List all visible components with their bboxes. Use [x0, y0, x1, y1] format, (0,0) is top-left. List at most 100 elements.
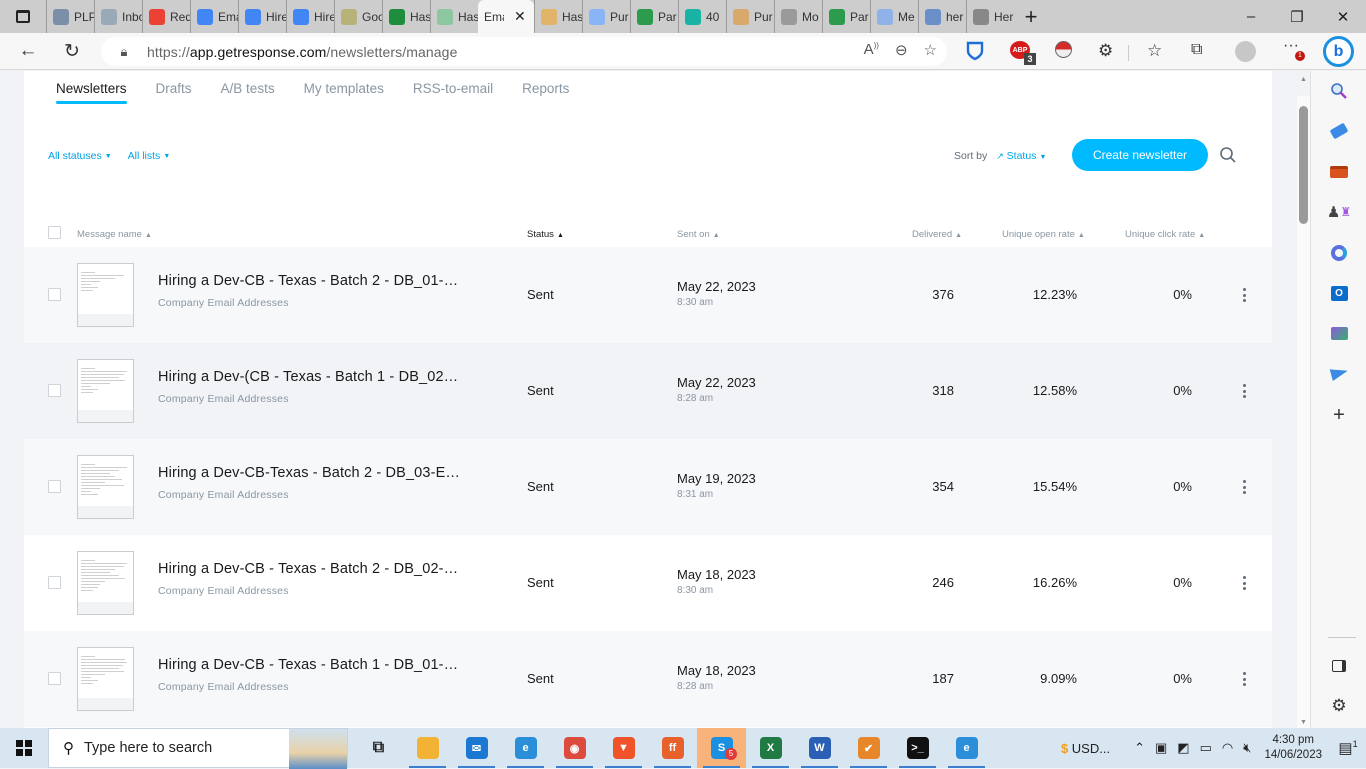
- sidebar-tools-icon[interactable]: [1329, 162, 1349, 182]
- taskbar-app-terminal[interactable]: >_: [893, 728, 942, 768]
- row-actions-menu[interactable]: [1238, 574, 1250, 592]
- newsletter-thumbnail[interactable]: [77, 455, 134, 519]
- taskbar-app-edge[interactable]: e: [501, 728, 550, 768]
- show-hidden-icons-chevron[interactable]: ⌃: [1129, 740, 1150, 756]
- sort-dropdown[interactable]: ↗ Status ▼: [996, 150, 1046, 162]
- taskbar-app-clock-app[interactable]: ✔: [844, 728, 893, 768]
- newsletter-thumbnail[interactable]: [77, 551, 134, 615]
- row-checkbox[interactable]: [48, 288, 61, 301]
- taskbar-search-box[interactable]: ⚲ Type here to search: [48, 728, 348, 769]
- add-favorite-icon[interactable]: ☆: [924, 41, 937, 59]
- newsletter-name[interactable]: Hiring a Dev-CB - Texas - Batch 2 - DB_0…: [158, 273, 488, 289]
- battery-icon[interactable]: ▭: [1195, 740, 1217, 756]
- taskbar-app-brave[interactable]: ▼: [599, 728, 648, 768]
- newsletter-thumbnail[interactable]: [77, 647, 134, 711]
- read-aloud-icon[interactable]: A)): [864, 41, 879, 59]
- sidebar-hide-icon[interactable]: [1329, 656, 1349, 676]
- newsletter-row[interactable]: Hiring a Dev-(CB - Texas - Batch 1 - DB_…: [24, 343, 1272, 439]
- column-header-sent-on[interactable]: Sent on ▲: [677, 229, 720, 240]
- taskbar-app-edge-profile[interactable]: e: [942, 728, 991, 768]
- browser-tab[interactable]: 40: [678, 0, 726, 33]
- newsletter-thumbnail[interactable]: [77, 263, 134, 327]
- column-header-delivered[interactable]: Delivered ▲: [912, 229, 962, 240]
- browser-tab[interactable]: Me: [870, 0, 918, 33]
- column-header-open-rate[interactable]: Unique open rate ▲: [1002, 229, 1085, 240]
- sidebar-office-icon[interactable]: [1329, 243, 1349, 263]
- newsletter-thumbnail[interactable]: [77, 359, 134, 423]
- restore-button[interactable]: ❐: [1274, 8, 1320, 26]
- column-header-click-rate[interactable]: Unique click rate ▲: [1125, 229, 1205, 240]
- browser-tab[interactable]: Pur: [726, 0, 774, 33]
- column-header-status[interactable]: Status ▲: [527, 229, 564, 240]
- row-actions-menu[interactable]: [1238, 478, 1250, 496]
- subnav-tab-my-templates[interactable]: My templates: [304, 81, 384, 104]
- sidebar-image-creator-icon[interactable]: [1329, 323, 1349, 343]
- new-tab-button[interactable]: +: [1014, 4, 1048, 30]
- taskbar-app-task-view[interactable]: ⧉: [354, 728, 403, 768]
- minimize-button[interactable]: –: [1228, 8, 1274, 26]
- clock[interactable]: 4:30 pm 14/06/2023: [1256, 733, 1330, 763]
- sidebar-outlook-icon[interactable]: O: [1329, 283, 1349, 303]
- scroll-up-arrow[interactable]: ▲: [1300, 76, 1307, 83]
- browser-tab[interactable]: Goo: [334, 0, 382, 33]
- column-header-name[interactable]: Message name ▲: [77, 229, 152, 240]
- search-button[interactable]: [1219, 146, 1237, 164]
- bitwarden-extension-icon[interactable]: [966, 41, 984, 61]
- browser-tab[interactable]: her: [918, 0, 966, 33]
- sidebar-settings-icon[interactable]: ⚙: [1329, 696, 1349, 716]
- taskbar-app-file-explorer[interactable]: [403, 728, 452, 768]
- newsletter-row[interactable]: Hiring a Dev-CB - Texas - Batch 2 - DB_0…: [24, 247, 1272, 343]
- subnav-tab-a-b-tests[interactable]: A/B tests: [221, 81, 275, 104]
- subnav-tab-reports[interactable]: Reports: [522, 81, 569, 104]
- row-checkbox[interactable]: [48, 480, 61, 493]
- adblock-extension-icon[interactable]: ABP 3: [1010, 41, 1036, 65]
- subnav-tab-drafts[interactable]: Drafts: [156, 81, 192, 104]
- app-tray-icon[interactable]: ◩: [1172, 740, 1194, 756]
- list-filter-dropdown[interactable]: All lists ▼: [128, 150, 171, 162]
- close-tab-icon[interactable]: ✕: [514, 8, 526, 25]
- favorites-icon[interactable]: ☆: [1147, 41, 1162, 61]
- sidebar-shopping-icon[interactable]: [1329, 121, 1349, 141]
- pokeball-extension-icon[interactable]: [1055, 41, 1072, 58]
- wifi-icon[interactable]: ◠: [1217, 740, 1238, 756]
- browser-tab[interactable]: Hire: [286, 0, 334, 33]
- meet-now-icon[interactable]: ▣: [1150, 740, 1172, 756]
- close-window-button[interactable]: ✕: [1320, 8, 1366, 26]
- zoom-out-icon[interactable]: ⊖: [895, 41, 908, 59]
- browser-tab[interactable]: PLP: [46, 0, 94, 33]
- row-checkbox[interactable]: [48, 384, 61, 397]
- extensions-puzzle-icon[interactable]: ⚙︎: [1098, 41, 1113, 61]
- browser-tab[interactable]: Her: [966, 0, 1014, 33]
- tab-actions-button[interactable]: [0, 0, 46, 33]
- back-button[interactable]: ←: [8, 40, 48, 62]
- newsletter-row[interactable]: Hiring a Dev-CB-Texas - Batch 2 - DB_03-…: [24, 439, 1272, 535]
- reload-button[interactable]: ↻: [52, 40, 92, 63]
- taskbar-app-mail[interactable]: ✉: [452, 728, 501, 768]
- sidebar-games-icon[interactable]: ♟ ♜: [1327, 202, 1351, 222]
- subnav-tab-rss-to-email[interactable]: RSS-to-email: [413, 81, 493, 104]
- browser-tab[interactable]: Par: [822, 0, 870, 33]
- row-actions-menu[interactable]: [1238, 670, 1250, 688]
- row-actions-menu[interactable]: [1238, 286, 1250, 304]
- browser-tab[interactable]: Req: [142, 0, 190, 33]
- taskbar-app-firefox[interactable]: ff: [648, 728, 697, 768]
- browser-tab[interactable]: Has: [382, 0, 430, 33]
- browser-tab[interactable]: Ema: [190, 0, 238, 33]
- taskbar-app-excel[interactable]: X: [746, 728, 795, 768]
- browser-tab[interactable]: Mo: [774, 0, 822, 33]
- scrollbar-thumb[interactable]: [1299, 106, 1308, 224]
- browser-tab-active[interactable]: Ema ✕: [478, 0, 534, 33]
- sidebar-send-icon[interactable]: [1329, 363, 1349, 383]
- row-actions-menu[interactable]: [1238, 382, 1250, 400]
- sidebar-search-icon[interactable]: [1329, 81, 1349, 101]
- settings-more-button[interactable]: ··· 1: [1283, 37, 1305, 61]
- browser-tab[interactable]: Has: [430, 0, 478, 33]
- page-scrollbar[interactable]: ▲ ▼: [1297, 76, 1310, 728]
- newsletter-row[interactable]: Hiring a Dev-CB - Texas - Batch 2 - DB_0…: [24, 535, 1272, 631]
- row-checkbox[interactable]: [48, 576, 61, 589]
- row-checkbox[interactable]: [48, 672, 61, 685]
- browser-tab[interactable]: Inbox: [94, 0, 142, 33]
- status-filter-dropdown[interactable]: All statuses ▼: [48, 150, 112, 162]
- scroll-down-arrow[interactable]: ▼: [1300, 719, 1307, 726]
- start-button[interactable]: [0, 728, 48, 768]
